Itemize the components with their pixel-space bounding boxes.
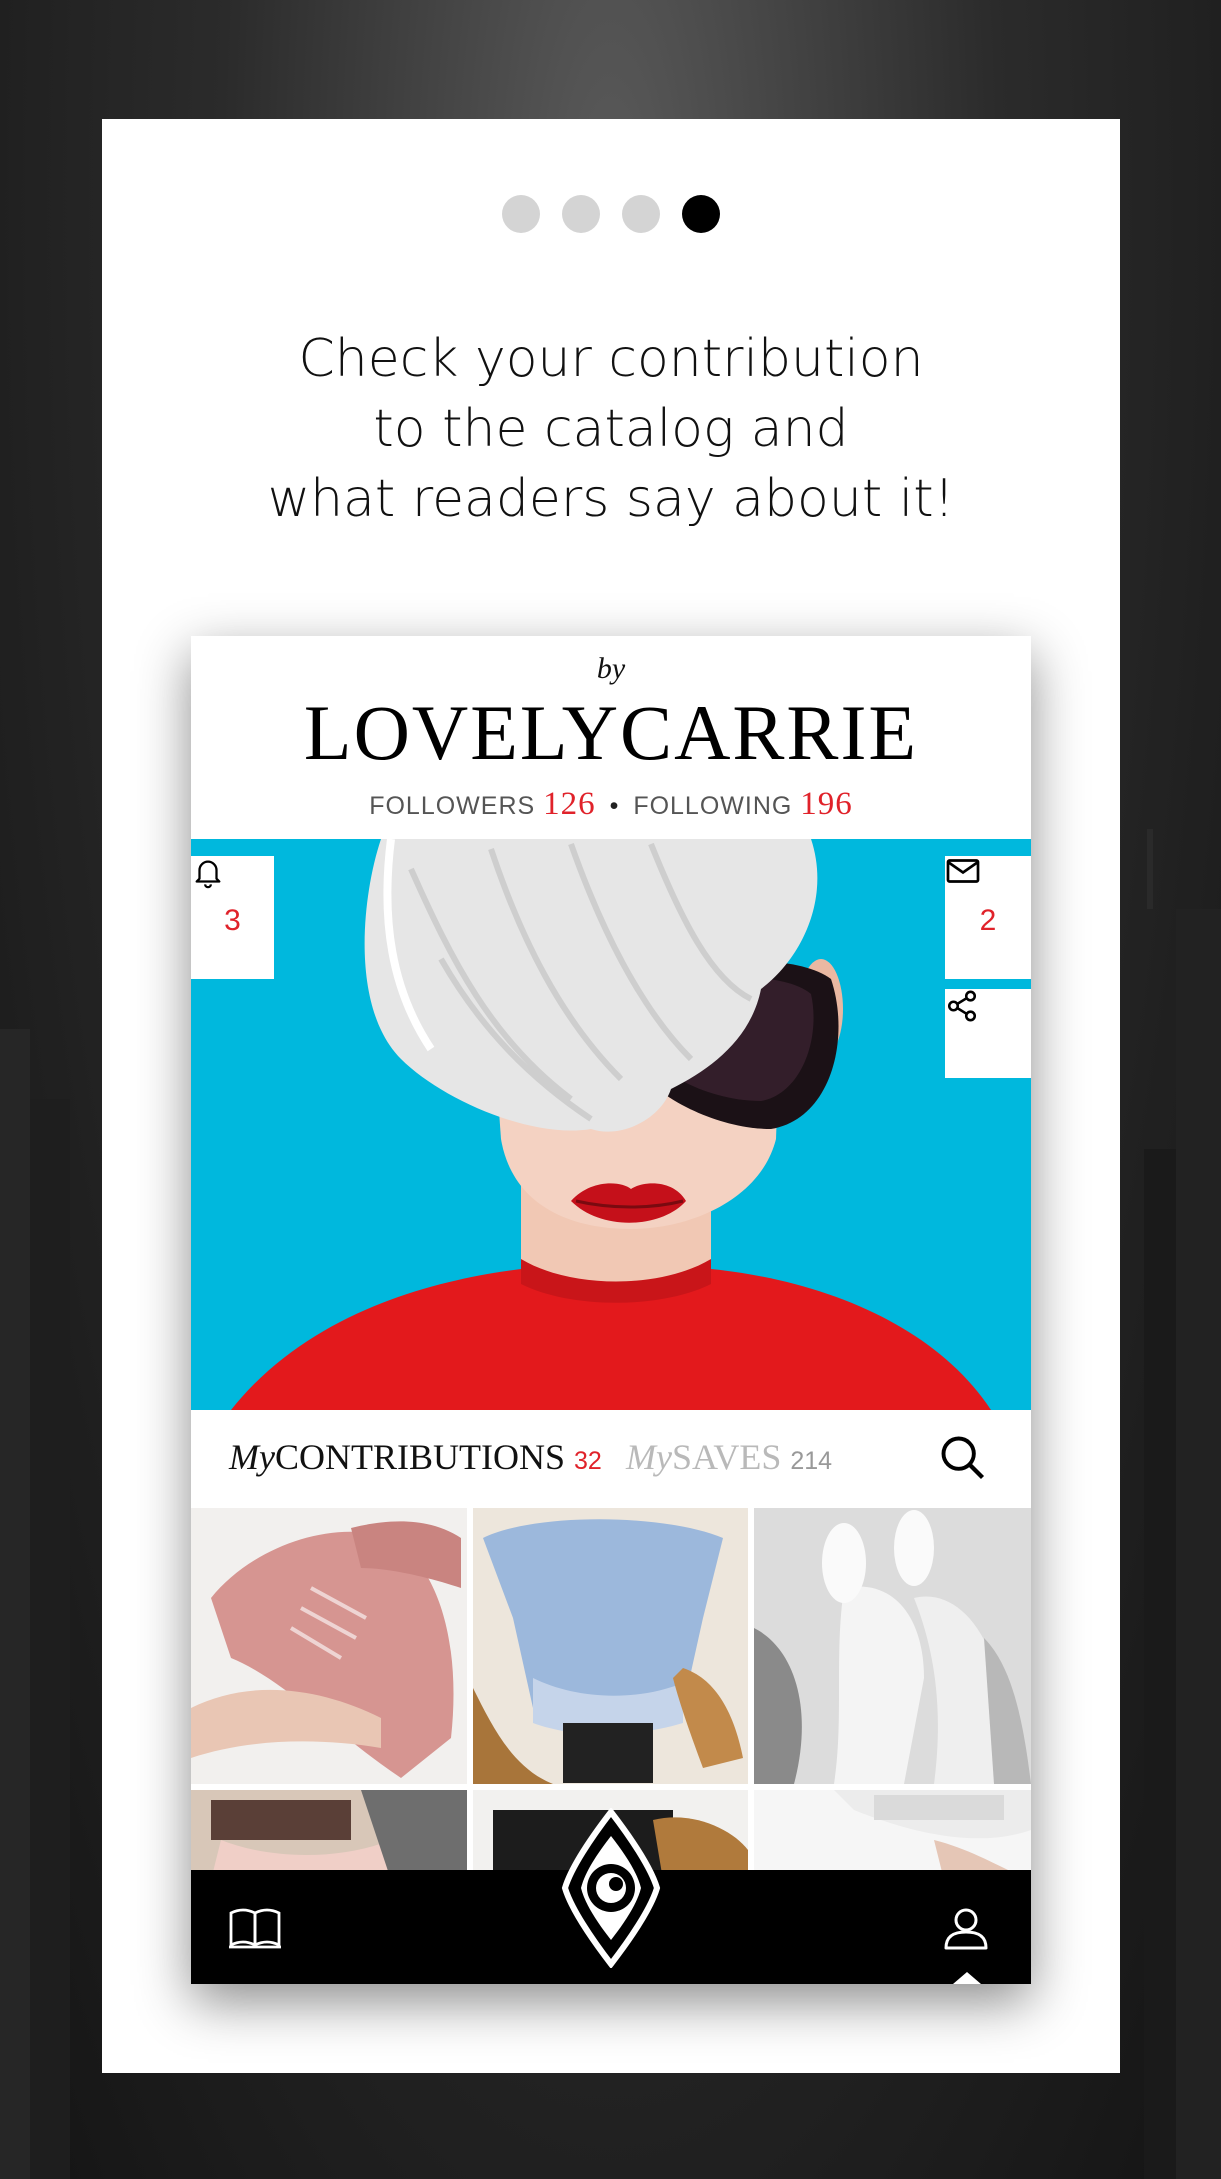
profile-cover-photo: 3 2 <box>191 839 1031 1410</box>
following-label: FOLLOWING <box>633 792 793 820</box>
messages-button[interactable]: 2 <box>945 856 1031 979</box>
messages-count: 2 <box>979 903 997 937</box>
mail-icon <box>946 859 980 883</box>
tab-saves-count: 214 <box>790 1447 833 1475</box>
grid-item-lace-top[interactable] <box>191 1790 467 1880</box>
bell-icon <box>195 860 221 889</box>
tab-contributions-label: CONTRIBUTIONS <box>274 1437 565 1477</box>
following-count[interactable]: 196 <box>800 786 853 822</box>
profile-stats: FOLLOWERS 126 • FOLLOWING 196 <box>191 786 1031 823</box>
tab-my-saves[interactable]: MySAVES 214 <box>626 1436 832 1478</box>
tab-my-contributions[interactable]: MyCONTRIBUTIONS 32 <box>229 1436 602 1478</box>
onboarding-headline: Check your contribution to the catalog a… <box>102 324 1120 534</box>
pager-dot-2[interactable] <box>562 195 600 233</box>
headline-line-1: Check your contribution <box>298 329 924 389</box>
active-tab-indicator <box>953 1972 981 1984</box>
grid-item-blue-top[interactable] <box>473 1508 748 1784</box>
profile-name: LOVELYCARRIE <box>303 689 919 776</box>
user-icon[interactable] <box>941 1904 991 1952</box>
tab-contributions-count: 32 <box>573 1447 602 1475</box>
share-icon <box>947 990 977 1022</box>
by-label: by <box>596 652 626 685</box>
book-icon[interactable] <box>227 1906 283 1952</box>
grid-item-white-sneakers[interactable] <box>754 1508 1031 1784</box>
headline-line-3: what readers say about it! <box>267 469 955 529</box>
followers-label: FOLLOWERS <box>369 792 536 820</box>
headline-line-2: to the catalog and <box>373 399 849 459</box>
pager-dot-3[interactable] <box>622 195 660 233</box>
grid-item-pink-sneakers[interactable] <box>191 1508 467 1784</box>
bottom-navigation <box>191 1808 1031 1984</box>
search-icon[interactable] <box>937 1432 989 1484</box>
grid-item-adidas-shoes[interactable] <box>754 1790 1031 1880</box>
tab-saves-label: SAVES <box>671 1437 782 1477</box>
notifications-count: 3 <box>224 903 241 937</box>
pager-dot-1[interactable] <box>502 195 540 233</box>
tab-contributions-prefix: My <box>229 1437 275 1477</box>
onboarding-card: Check your contribution to the catalog a… <box>102 119 1120 2073</box>
followers-count[interactable]: 126 <box>543 786 596 822</box>
eye-logo-icon[interactable] <box>561 1808 661 1968</box>
stats-separator: • <box>609 792 620 820</box>
tab-saves-prefix: My <box>626 1437 672 1477</box>
notifications-button[interactable]: 3 <box>191 856 274 979</box>
share-button[interactable] <box>945 989 1031 1078</box>
pager-dots <box>102 195 1120 233</box>
cover-illustration <box>231 839 991 1410</box>
pager-dot-4-active[interactable] <box>682 195 720 233</box>
app-preview: by LOVELYCARRIE FOLLOWERS 126 • FOLLOWIN… <box>191 636 1031 1984</box>
profile-tabs: MyCONTRIBUTIONS 32 MySAVES 214 <box>191 1410 1031 1508</box>
